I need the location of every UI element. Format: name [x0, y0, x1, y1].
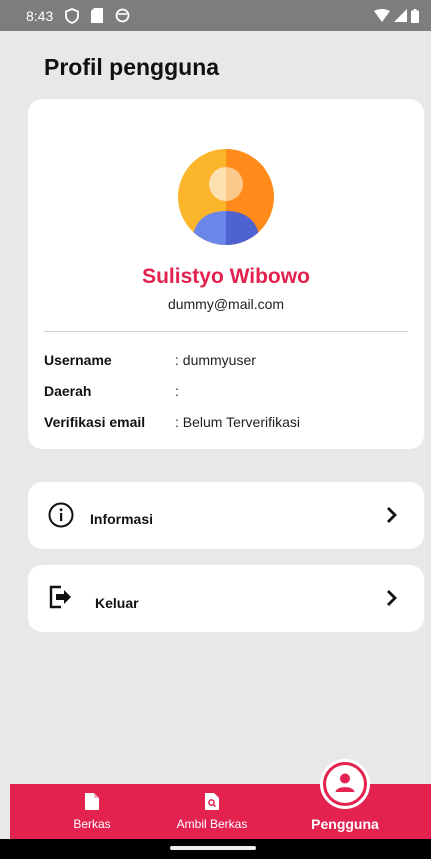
- battery-icon: [411, 8, 419, 23]
- nav-label: Ambil Berkas: [176, 817, 248, 831]
- profile-name: Sulistyo Wibowo: [142, 265, 310, 288]
- system-nav-bar: [0, 839, 431, 859]
- nav-label-active[interactable]: Pengguna: [310, 816, 380, 832]
- user-icon: [326, 765, 364, 803]
- info-row-verifikasi-email: Verifikasi email : Belum Terverifikasi: [44, 414, 404, 430]
- page-title: Profil pengguna: [44, 54, 220, 80]
- home-indicator[interactable]: [170, 846, 256, 850]
- info-label: Username: [44, 352, 112, 368]
- status-bar: 8:43: [0, 0, 431, 31]
- chevron-right-icon: [387, 507, 397, 523]
- info-value: : Belum Terverifikasi: [175, 414, 301, 430]
- signal-icon: [394, 9, 407, 22]
- logout-icon: [49, 585, 71, 609]
- avatar: [178, 149, 274, 245]
- shield-icon: [65, 7, 80, 24]
- info-label: Daerah: [44, 383, 92, 399]
- divider: [44, 331, 408, 332]
- nav-item-pengguna[interactable]: [320, 759, 370, 809]
- info-label: Verifikasi email: [44, 414, 146, 430]
- menu-label: Informasi: [90, 511, 154, 527]
- menu-label: Keluar: [95, 595, 139, 611]
- menu-item-informasi[interactable]: Informasi: [28, 482, 424, 549]
- nav-item-ambil-berkas[interactable]: Ambil Berkas: [165, 784, 259, 839]
- file-search-icon: [205, 793, 219, 810]
- sync-icon: [115, 8, 130, 23]
- menu-item-keluar[interactable]: Keluar: [28, 565, 424, 632]
- sd-card-icon: [91, 8, 104, 23]
- status-time: 8:43: [26, 7, 54, 24]
- file-icon: [85, 793, 99, 810]
- profile-card: Sulistyo Wibowo dummy@mail.com Username …: [28, 99, 424, 449]
- wifi-icon: [374, 9, 390, 22]
- nav-item-berkas[interactable]: Berkas: [60, 784, 124, 839]
- nav-label: Berkas: [73, 817, 111, 831]
- info-icon: [48, 502, 74, 528]
- info-value: :: [175, 383, 179, 399]
- profile-email: dummy@mail.com: [167, 296, 285, 312]
- info-row-username: Username : dummyuser: [44, 352, 404, 368]
- chevron-right-icon: [387, 590, 397, 606]
- info-value: : dummyuser: [175, 352, 256, 368]
- info-row-daerah: Daerah :: [44, 383, 404, 399]
